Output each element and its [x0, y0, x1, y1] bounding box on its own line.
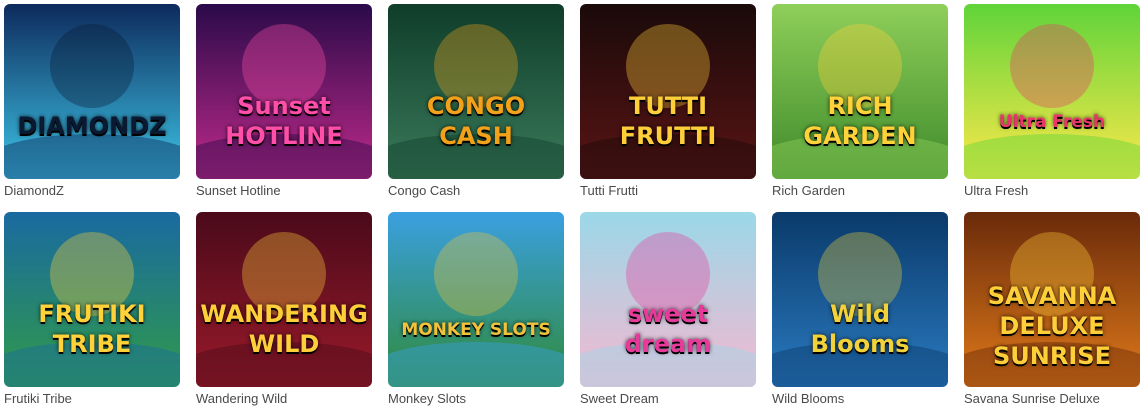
game-title[interactable]: Tutti Frutti [580, 183, 756, 199]
game-thumbnail[interactable]: FRUTIKI TRIBE [4, 212, 180, 387]
raspberry-art [964, 4, 1140, 179]
game-title[interactable]: Wandering Wild [196, 391, 372, 407]
monkey-art [388, 212, 564, 387]
game-logo-text: DIAMONDZ [17, 112, 167, 140]
game-tile[interactable]: Wild Blooms Wild Blooms [772, 212, 948, 420]
game-tile[interactable]: CONGO CASH Congo Cash [388, 4, 564, 212]
game-logo-text: DELUXE [999, 312, 1105, 340]
game-tile[interactable]: Sunset HOTLINE Sunset Hotline [196, 4, 372, 212]
diamond-art [4, 4, 180, 179]
game-logo-text: TRIBE [52, 330, 132, 358]
game-logo-text: sweet [627, 300, 709, 328]
game-tile[interactable]: TUTTI FRUTTI Tutti Frutti [580, 4, 756, 212]
game-thumbnail[interactable]: MONKEY SLOTS [388, 212, 564, 387]
game-title[interactable]: Rich Garden [772, 183, 948, 199]
game-logo-text: RICH [827, 92, 893, 120]
game-title[interactable]: Savana Sunrise Deluxe [964, 391, 1140, 407]
game-thumbnail[interactable]: DIAMONDZ [4, 4, 180, 179]
game-logo-text: CASH [439, 122, 513, 150]
game-logo-text: Sunset [237, 92, 331, 120]
game-logo-text: WANDERING [200, 300, 368, 328]
game-logo-text: Ultra Fresh [998, 112, 1106, 132]
game-logo-text: FRUTIKI [38, 300, 146, 328]
game-logo-text: Wild [829, 300, 891, 328]
game-logo-text: SUNRISE [993, 342, 1111, 370]
game-tile[interactable]: WANDERING WILD Wandering Wild [196, 212, 372, 420]
game-thumbnail[interactable]: TUTTI FRUTTI [580, 4, 756, 179]
game-grid: DIAMONDZ DiamondZ Sunset HOTLINE Sunset Hotl… [4, 4, 1140, 420]
game-tile[interactable]: DIAMONDZ DiamondZ [4, 4, 180, 212]
game-tile[interactable]: FRUTIKI TRIBE Frutiki Tribe [4, 212, 180, 420]
game-title[interactable]: DiamondZ [4, 183, 180, 199]
game-logo-text: MONKEY SLOTS [401, 320, 551, 340]
game-thumbnail[interactable]: Ultra Fresh [964, 4, 1140, 179]
game-thumbnail[interactable]: Sunset HOTLINE [196, 4, 372, 179]
game-logo-text: TUTTI [628, 92, 708, 120]
game-title[interactable]: Sunset Hotline [196, 183, 372, 199]
game-title[interactable]: Congo Cash [388, 183, 564, 199]
game-logo-text: SAVANNA [987, 282, 1117, 310]
game-title[interactable]: Frutiki Tribe [4, 391, 180, 407]
game-title[interactable]: Sweet Dream [580, 391, 756, 407]
game-logo-text: HOTLINE [225, 122, 343, 150]
game-thumbnail[interactable]: sweet dream [580, 212, 756, 387]
game-thumbnail[interactable]: SAVANNA DELUXE SUNRISE [964, 212, 1140, 387]
game-tile[interactable]: RICH GARDEN Rich Garden [772, 4, 948, 212]
game-thumbnail[interactable]: CONGO CASH [388, 4, 564, 179]
game-thumbnail[interactable]: WANDERING WILD [196, 212, 372, 387]
game-logo-text: FRUTTI [619, 122, 717, 150]
game-logo-text: GARDEN [803, 122, 917, 150]
game-tile[interactable]: Ultra Fresh Ultra Fresh [964, 4, 1140, 212]
game-title[interactable]: Ultra Fresh [964, 183, 1140, 199]
game-logo-text: CONGO [426, 92, 526, 120]
game-thumbnail[interactable]: Wild Blooms [772, 212, 948, 387]
game-tile[interactable]: SAVANNA DELUXE SUNRISE Savana Sunrise Delux… [964, 212, 1140, 420]
game-title[interactable]: Wild Blooms [772, 391, 948, 407]
game-logo-text: dream [624, 330, 712, 358]
game-tile[interactable]: sweet dream Sweet Dream [580, 212, 756, 420]
game-logo-text: Blooms [810, 330, 910, 358]
game-thumbnail[interactable]: RICH GARDEN [772, 4, 948, 179]
game-title[interactable]: Monkey Slots [388, 391, 564, 407]
game-logo-text: WILD [248, 330, 320, 358]
game-tile[interactable]: MONKEY SLOTS Monkey Slots [388, 212, 564, 420]
